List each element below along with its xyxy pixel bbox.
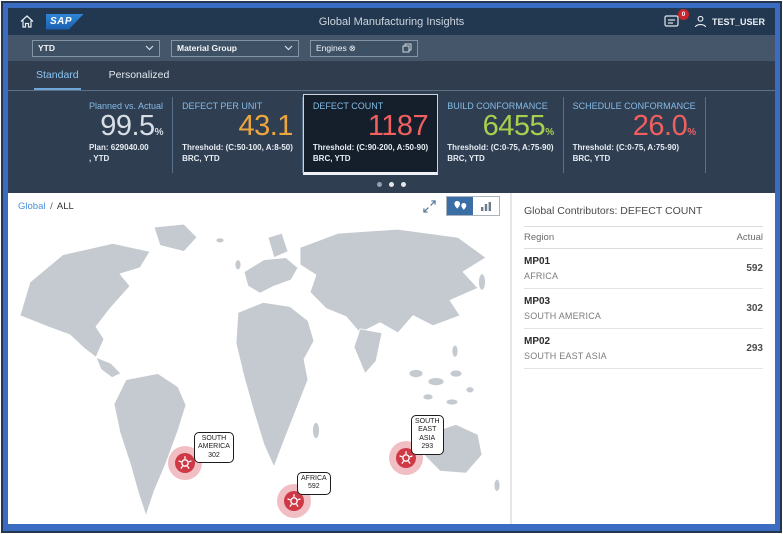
kpi-subline-2: , YTD — [89, 153, 163, 164]
user-name: TEST_USER — [712, 17, 765, 27]
kpi-subline-1: Plan: 629040.00 — [89, 142, 163, 153]
user-icon — [694, 15, 707, 28]
kpi-subline-2: BRC, YTD — [573, 153, 696, 164]
map-view-button[interactable] — [447, 197, 473, 215]
period-value: YTD — [38, 43, 55, 53]
expand-icon — [423, 200, 436, 213]
carousel-dot-3[interactable] — [401, 182, 406, 187]
map-tools — [421, 196, 500, 216]
plant-code: MP02 — [524, 336, 607, 347]
kpi-band: Planned vs. Actual 99.5% Plan: 629040.00… — [8, 91, 775, 193]
filter-token[interactable]: Engines ⊗ — [316, 43, 356, 54]
kpi-tile-build-conformance[interactable]: BUILD CONFORMANCE 6455% Threshold: (C:0-… — [438, 97, 563, 173]
home-button[interactable] — [18, 13, 36, 31]
actual-value: 592 — [746, 263, 763, 274]
kpi-value: 6455% — [447, 112, 553, 142]
map-chart-toggle — [446, 196, 500, 216]
chevron-down-icon — [145, 45, 154, 51]
contributors-panel: Global Contributors: DEFECT COUNT Region… — [512, 193, 775, 524]
home-icon — [20, 15, 34, 28]
contributors-title: Global Contributors: DEFECT COUNT — [524, 203, 763, 226]
actual-value: 293 — [746, 343, 763, 354]
kpi-tile-defect-per-unit[interactable]: DEFECT PER UNIT 43.1 Threshold: (C:50-10… — [173, 97, 303, 173]
user-menu[interactable]: TEST_USER — [694, 15, 765, 28]
tile-carousel — [8, 175, 775, 193]
fullscreen-button[interactable] — [421, 198, 437, 214]
kpi-subline-2: BRC, YTD — [182, 153, 293, 164]
plant-region: SOUTH EAST ASIA — [524, 351, 607, 361]
notifications-button[interactable]: 0 — [664, 14, 682, 30]
plant-region: AFRICA — [524, 271, 558, 281]
map-header: Global / ALL — [8, 193, 510, 219]
kpi-subline-1: Threshold: (C:50-100, A:8-50) — [182, 142, 293, 153]
top-bar: SAP Global Manufacturing Insights 0 TEST… — [8, 8, 775, 35]
chart-view-button[interactable] — [473, 197, 499, 215]
map-section: Global / ALL — [8, 193, 510, 524]
carousel-dot-1[interactable] — [377, 182, 382, 187]
map-pins-icon — [453, 200, 468, 212]
row-left: MP01 AFRICA — [524, 256, 558, 281]
kpi-value: 43.1 — [182, 112, 293, 142]
plant-region: SOUTH AMERICA — [524, 311, 601, 321]
alert-marker-icon — [175, 453, 195, 473]
kpi-suffix: % — [687, 127, 695, 138]
breadcrumb: Global / ALL — [18, 201, 74, 212]
kpi-suffix: % — [155, 127, 163, 138]
kpi-value: 99.5% — [89, 112, 163, 142]
app-window: SAP Global Manufacturing Insights 0 TEST… — [3, 3, 780, 531]
tab-personalized[interactable]: Personalized — [107, 69, 172, 90]
breadcrumb-current: ALL — [57, 201, 74, 212]
kpi-tile-schedule-conformance[interactable]: SCHEDULE CONFORMANCE 26.0% Threshold: (C… — [564, 97, 706, 173]
chevron-down-icon — [284, 45, 293, 51]
kpi-subline-1: Threshold: (C:0-75, A:75-90) — [573, 142, 696, 153]
map-label-south-east-asia[interactable]: SOUTH EAST ASIA 293 — [411, 415, 444, 455]
material-group-select[interactable]: Material Group — [171, 40, 299, 57]
table-row[interactable]: MP02 SOUTH EAST ASIA 293 — [524, 329, 763, 369]
value-help-icon[interactable] — [402, 43, 412, 53]
kpi-tiles: Planned vs. Actual 99.5% Plan: 629040.00… — [8, 91, 775, 175]
table-row[interactable]: MP01 AFRICA 592 — [524, 249, 763, 289]
map-label-south-america[interactable]: SOUTH AMERICA 302 — [194, 432, 234, 463]
row-left: MP03 SOUTH AMERICA — [524, 296, 601, 321]
breadcrumb-global-link[interactable]: Global — [18, 201, 45, 212]
breadcrumb-separator: / — [50, 201, 53, 212]
material-group-value: Material Group — [177, 43, 237, 53]
kpi-subline-2: BRC, YTD — [313, 153, 428, 164]
kpi-subline-2: BRC, YTD — [447, 153, 553, 164]
token-text: Engines — [316, 43, 347, 53]
kpi-suffix: % — [545, 127, 553, 138]
kpi-subline-1: Threshold: (C:0-75, A:75-90) — [447, 142, 553, 153]
plant-code: MP01 — [524, 256, 558, 267]
main-area: Global / ALL — [8, 193, 775, 524]
plant-code: MP03 — [524, 296, 601, 307]
kpi-subline-1: Threshold: (C:90-200, A:50-90) — [313, 142, 428, 153]
row-left: MP02 SOUTH EAST ASIA — [524, 336, 607, 361]
view-tabs: Standard Personalized — [8, 61, 775, 91]
bar-chart-icon — [480, 201, 492, 212]
kpi-tile-planned-vs-actual[interactable]: Planned vs. Actual 99.5% Plan: 629040.00… — [80, 97, 173, 173]
token-filter-field[interactable]: Engines ⊗ — [310, 40, 418, 57]
kpi-tile-defect-count[interactable]: DEFECT COUNT 1187 Threshold: (C:90-200, … — [303, 94, 438, 175]
world-map-svg — [8, 219, 510, 524]
column-actual: Actual — [737, 232, 763, 243]
actual-value: 302 — [746, 303, 763, 314]
app-title: Global Manufacturing Insights — [8, 16, 775, 28]
table-row[interactable]: MP03 SOUTH AMERICA 302 — [524, 289, 763, 329]
notification-badge: 0 — [678, 9, 689, 20]
world-map[interactable]: SOUTH AMERICA 302 — [8, 219, 510, 524]
column-region: Region — [524, 232, 554, 243]
token-remove-icon[interactable]: ⊗ — [349, 43, 356, 54]
period-select[interactable]: YTD — [32, 40, 160, 57]
tab-standard[interactable]: Standard — [34, 69, 81, 90]
map-label-africa[interactable]: AFRICA 592 — [297, 472, 331, 495]
contributors-table-header: Region Actual — [524, 226, 763, 249]
top-right-actions: 0 TEST_USER — [664, 14, 765, 30]
kpi-value: 1187 — [313, 112, 428, 142]
kpi-value: 26.0% — [573, 112, 696, 142]
screenshot-stage: SAP Global Manufacturing Insights 0 TEST… — [0, 0, 783, 534]
filter-bar: YTD Material Group Engines ⊗ — [8, 35, 775, 61]
sap-logo: SAP — [46, 14, 84, 30]
carousel-dot-2[interactable] — [389, 182, 394, 187]
